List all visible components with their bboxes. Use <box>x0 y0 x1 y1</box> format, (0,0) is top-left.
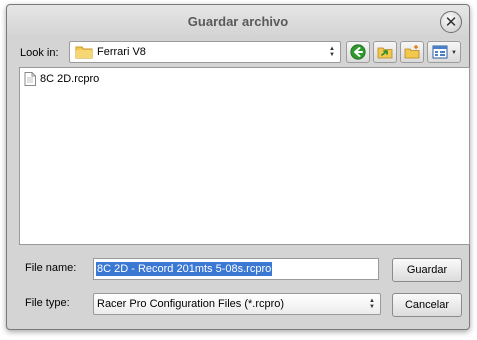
save-button-label: Guardar <box>406 264 448 276</box>
look-in-dropdown[interactable]: Ferrari V8 ▲ ▼ <box>69 41 341 63</box>
file-type-dropdown[interactable]: Racer Pro Configuration Files (*.rcpro) … <box>93 293 381 315</box>
file-name: 8C 2D.rcpro <box>40 73 100 85</box>
dropdown-arrows-icon: ▲ ▼ <box>369 298 375 310</box>
new-folder-icon <box>404 45 420 59</box>
up-folder-icon <box>377 47 393 59</box>
save-button[interactable]: Guardar <box>392 258 462 282</box>
close-button[interactable]: ✕ <box>440 11 462 33</box>
file-list[interactable]: 8C 2D.rcpro <box>19 67 470 245</box>
view-mode-button[interactable]: ▼ <box>427 41 461 63</box>
up-folder-button[interactable] <box>373 41 397 63</box>
file-name-input[interactable]: 8C 2D - Record 201mts 5-08s.rcpro <box>93 258 379 280</box>
save-file-dialog: Guardar archivo ✕ Look in: Ferrari V8 ▲ ▼ <box>6 4 470 330</box>
back-button[interactable] <box>346 41 370 63</box>
file-type-label: File type: <box>25 297 70 309</box>
cancel-button-label: Cancelar <box>404 299 450 311</box>
dropdown-arrows-icon: ▲ ▼ <box>329 46 335 58</box>
view-mode-icon <box>432 45 448 59</box>
document-icon <box>24 72 36 86</box>
file-type-value: Racer Pro Configuration Files (*.rcpro) <box>97 298 285 310</box>
title-bar[interactable]: Guardar archivo ✕ <box>7 5 469 39</box>
cancel-button[interactable]: Cancelar <box>392 293 462 317</box>
list-item[interactable]: 8C 2D.rcpro <box>24 72 99 86</box>
back-arrow-icon <box>350 44 366 60</box>
file-name-value: 8C 2D - Record 201mts 5-08s.rcpro <box>96 262 273 276</box>
dialog-title: Guardar archivo <box>187 14 289 29</box>
file-name-label: File name: <box>25 262 77 274</box>
look-in-label: Look in: <box>20 47 59 59</box>
folder-icon <box>75 46 93 59</box>
close-icon: ✕ <box>444 14 458 31</box>
chevron-down-icon: ▼ <box>451 50 457 56</box>
look-in-value: Ferrari V8 <box>97 46 146 58</box>
new-folder-button[interactable] <box>400 41 424 63</box>
